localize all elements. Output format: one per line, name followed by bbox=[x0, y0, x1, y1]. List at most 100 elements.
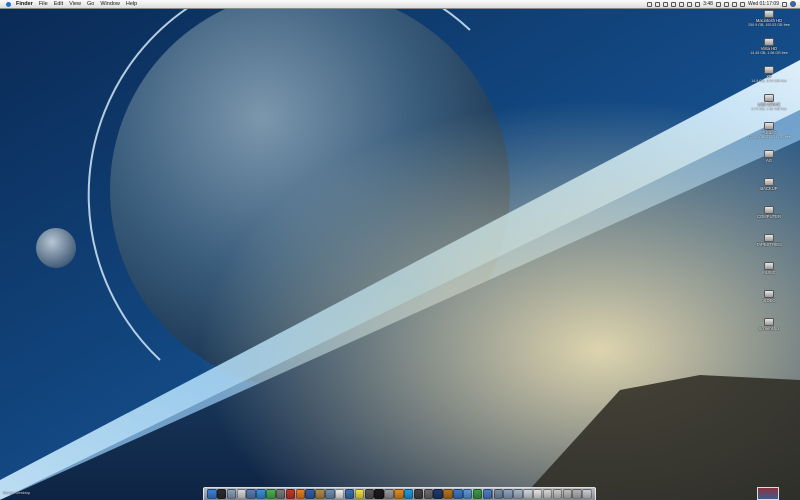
iphoto-dock-icon[interactable] bbox=[344, 489, 355, 499]
menu-bar: Finder File Edit View Go Window Help 3:4… bbox=[0, 0, 800, 9]
finder-dock-icon[interactable] bbox=[207, 489, 217, 499]
spotlight-icon[interactable] bbox=[790, 1, 796, 7]
vlc-dock-icon[interactable] bbox=[394, 489, 404, 499]
drive-icon bbox=[764, 122, 774, 130]
documents-stack-icon[interactable] bbox=[503, 489, 513, 499]
wifi-icon[interactable] bbox=[723, 1, 729, 7]
applications-stack-icon[interactable] bbox=[513, 489, 523, 499]
address-book-dock-icon[interactable] bbox=[315, 489, 325, 499]
quicktime-dock-icon[interactable] bbox=[305, 489, 315, 499]
preview-dock-icon[interactable] bbox=[325, 489, 335, 499]
desktop-icon-info: 3.73 GB, 1.02 GB free bbox=[751, 107, 787, 111]
firefox-dock-icon[interactable] bbox=[295, 489, 306, 499]
menu-window[interactable]: Window bbox=[100, 0, 120, 8]
desktop-icon[interactable]: Screenshot bbox=[742, 318, 796, 331]
desktop-icon[interactable]: PUBLIC 372.52 GB, 275.74 GB free bbox=[742, 122, 796, 139]
ical-dock-icon[interactable] bbox=[236, 489, 247, 499]
window-2-icon[interactable] bbox=[532, 489, 543, 499]
desktop-icon[interactable]: Macintosh HD 250.9 GB, 192.53 GB free bbox=[742, 10, 796, 27]
activity-icon[interactable] bbox=[671, 1, 677, 7]
menu-view[interactable]: View bbox=[69, 0, 81, 8]
menu-go[interactable]: Go bbox=[87, 0, 94, 8]
desktop-icon[interactable]: AG bbox=[742, 150, 796, 163]
itunes-dock-icon[interactable] bbox=[246, 489, 256, 499]
desktop-icon[interactable]: VIDEO bbox=[742, 290, 796, 303]
keynote-dock-icon[interactable] bbox=[462, 489, 473, 499]
battery-icon[interactable] bbox=[695, 1, 701, 7]
corner-caption: Bones Desktop bbox=[3, 490, 31, 495]
pages-dock-icon[interactable] bbox=[453, 489, 463, 499]
menu-help[interactable]: Help bbox=[126, 0, 137, 8]
drive-icon bbox=[764, 178, 774, 186]
desktop-icon-label: MUSIC bbox=[762, 270, 776, 275]
menu-app-name[interactable]: Finder bbox=[16, 0, 33, 8]
illustrator-dock-icon[interactable] bbox=[443, 489, 453, 499]
apple-menu-icon[interactable] bbox=[5, 1, 11, 8]
drive-icon bbox=[764, 318, 774, 326]
desktop-icon[interactable]: MUSIC bbox=[742, 262, 796, 275]
stickies-dock-icon[interactable] bbox=[354, 489, 365, 499]
drive-icon bbox=[764, 38, 774, 46]
desktop-icon-label: COMPUTER bbox=[757, 214, 781, 219]
sync-icon[interactable] bbox=[687, 1, 693, 7]
dock bbox=[203, 487, 596, 500]
utility-dock-icon[interactable] bbox=[384, 489, 394, 499]
window-6-icon[interactable] bbox=[572, 489, 582, 499]
desktop-icon-label: AG bbox=[765, 158, 773, 163]
desktop-icon-info: 14.9 GB, 9.44 GB free bbox=[751, 79, 787, 83]
app-store-dock-icon[interactable] bbox=[482, 489, 493, 499]
bluetooth-icon[interactable] bbox=[715, 1, 721, 7]
mail-dock-icon[interactable] bbox=[226, 489, 237, 499]
terminal-dock-icon[interactable] bbox=[374, 489, 384, 499]
drive-icon bbox=[764, 10, 774, 18]
downloads-stack-icon[interactable] bbox=[493, 489, 504, 499]
drive-icon bbox=[764, 262, 774, 270]
next-track-icon[interactable] bbox=[663, 1, 669, 7]
photoshop-dock-icon[interactable] bbox=[433, 489, 443, 499]
display-icon[interactable] bbox=[679, 1, 685, 7]
drive-icon bbox=[764, 66, 774, 74]
desktop-icon[interactable]: USB DRIVE 3.73 GB, 1.02 GB free bbox=[742, 94, 796, 111]
photobooth-dock-icon[interactable] bbox=[285, 489, 296, 499]
window-4-icon[interactable] bbox=[552, 489, 563, 499]
flag-icon[interactable] bbox=[739, 1, 745, 7]
ichat-dock-icon[interactable] bbox=[266, 489, 276, 499]
monitor-dock-icon[interactable] bbox=[423, 489, 434, 499]
drive-icon bbox=[764, 150, 774, 158]
desktop-icon-info: 14.45 GB, 1.98 GB free bbox=[750, 51, 788, 55]
menu-clock[interactable]: Wed 01:17:09 bbox=[748, 0, 779, 8]
desktop-icon-info: 250.9 GB, 192.53 GB free bbox=[748, 23, 790, 27]
skype-dock-icon[interactable] bbox=[403, 489, 414, 499]
calculator-dock-icon[interactable] bbox=[364, 489, 374, 499]
textedit-dock-icon[interactable] bbox=[334, 489, 345, 499]
menu-edit[interactable]: Edit bbox=[54, 0, 63, 8]
volume-icon[interactable] bbox=[731, 1, 737, 7]
chess-dock-icon[interactable] bbox=[413, 489, 424, 499]
play-icon[interactable] bbox=[655, 1, 661, 7]
drive-icon bbox=[764, 290, 774, 298]
desktop-icon-label: Screenshot bbox=[758, 326, 780, 331]
desktop-icon[interactable]: TAPESTRIES bbox=[742, 234, 796, 247]
desktop-icon[interactable]: COMPUTER bbox=[742, 206, 796, 219]
battery-time[interactable]: 3:48 bbox=[703, 0, 713, 8]
desktop-icon-info: 372.52 GB, 275.74 GB free bbox=[747, 135, 791, 139]
trash-icon[interactable] bbox=[582, 489, 592, 499]
safari-dock-icon[interactable] bbox=[256, 489, 266, 499]
desktop-icon[interactable]: Vista HD 14.45 GB, 1.98 GB free bbox=[742, 38, 796, 55]
minimized-window-thumbnail[interactable] bbox=[757, 487, 779, 500]
media-controls-icon[interactable] bbox=[647, 1, 653, 7]
system-prefs-dock-icon[interactable] bbox=[275, 489, 286, 499]
window-5-icon[interactable] bbox=[562, 489, 573, 499]
drive-icon bbox=[764, 94, 774, 102]
window-3-icon[interactable] bbox=[542, 489, 553, 499]
desktop-icon[interactable]: BACKUP bbox=[742, 178, 796, 191]
menu-extras: 3:48 Wed 01:17:09 bbox=[647, 0, 796, 8]
dashboard-dock-icon[interactable] bbox=[216, 489, 227, 499]
drive-icon bbox=[764, 234, 774, 242]
numbers-dock-icon[interactable] bbox=[472, 489, 483, 499]
desktop-icon[interactable]: XP 14.9 GB, 9.44 GB free bbox=[742, 66, 796, 83]
menu-file[interactable]: File bbox=[39, 0, 48, 8]
desktop-wallpaper bbox=[0, 0, 800, 500]
window-1-icon[interactable] bbox=[523, 489, 533, 499]
user-icon[interactable] bbox=[782, 1, 787, 7]
